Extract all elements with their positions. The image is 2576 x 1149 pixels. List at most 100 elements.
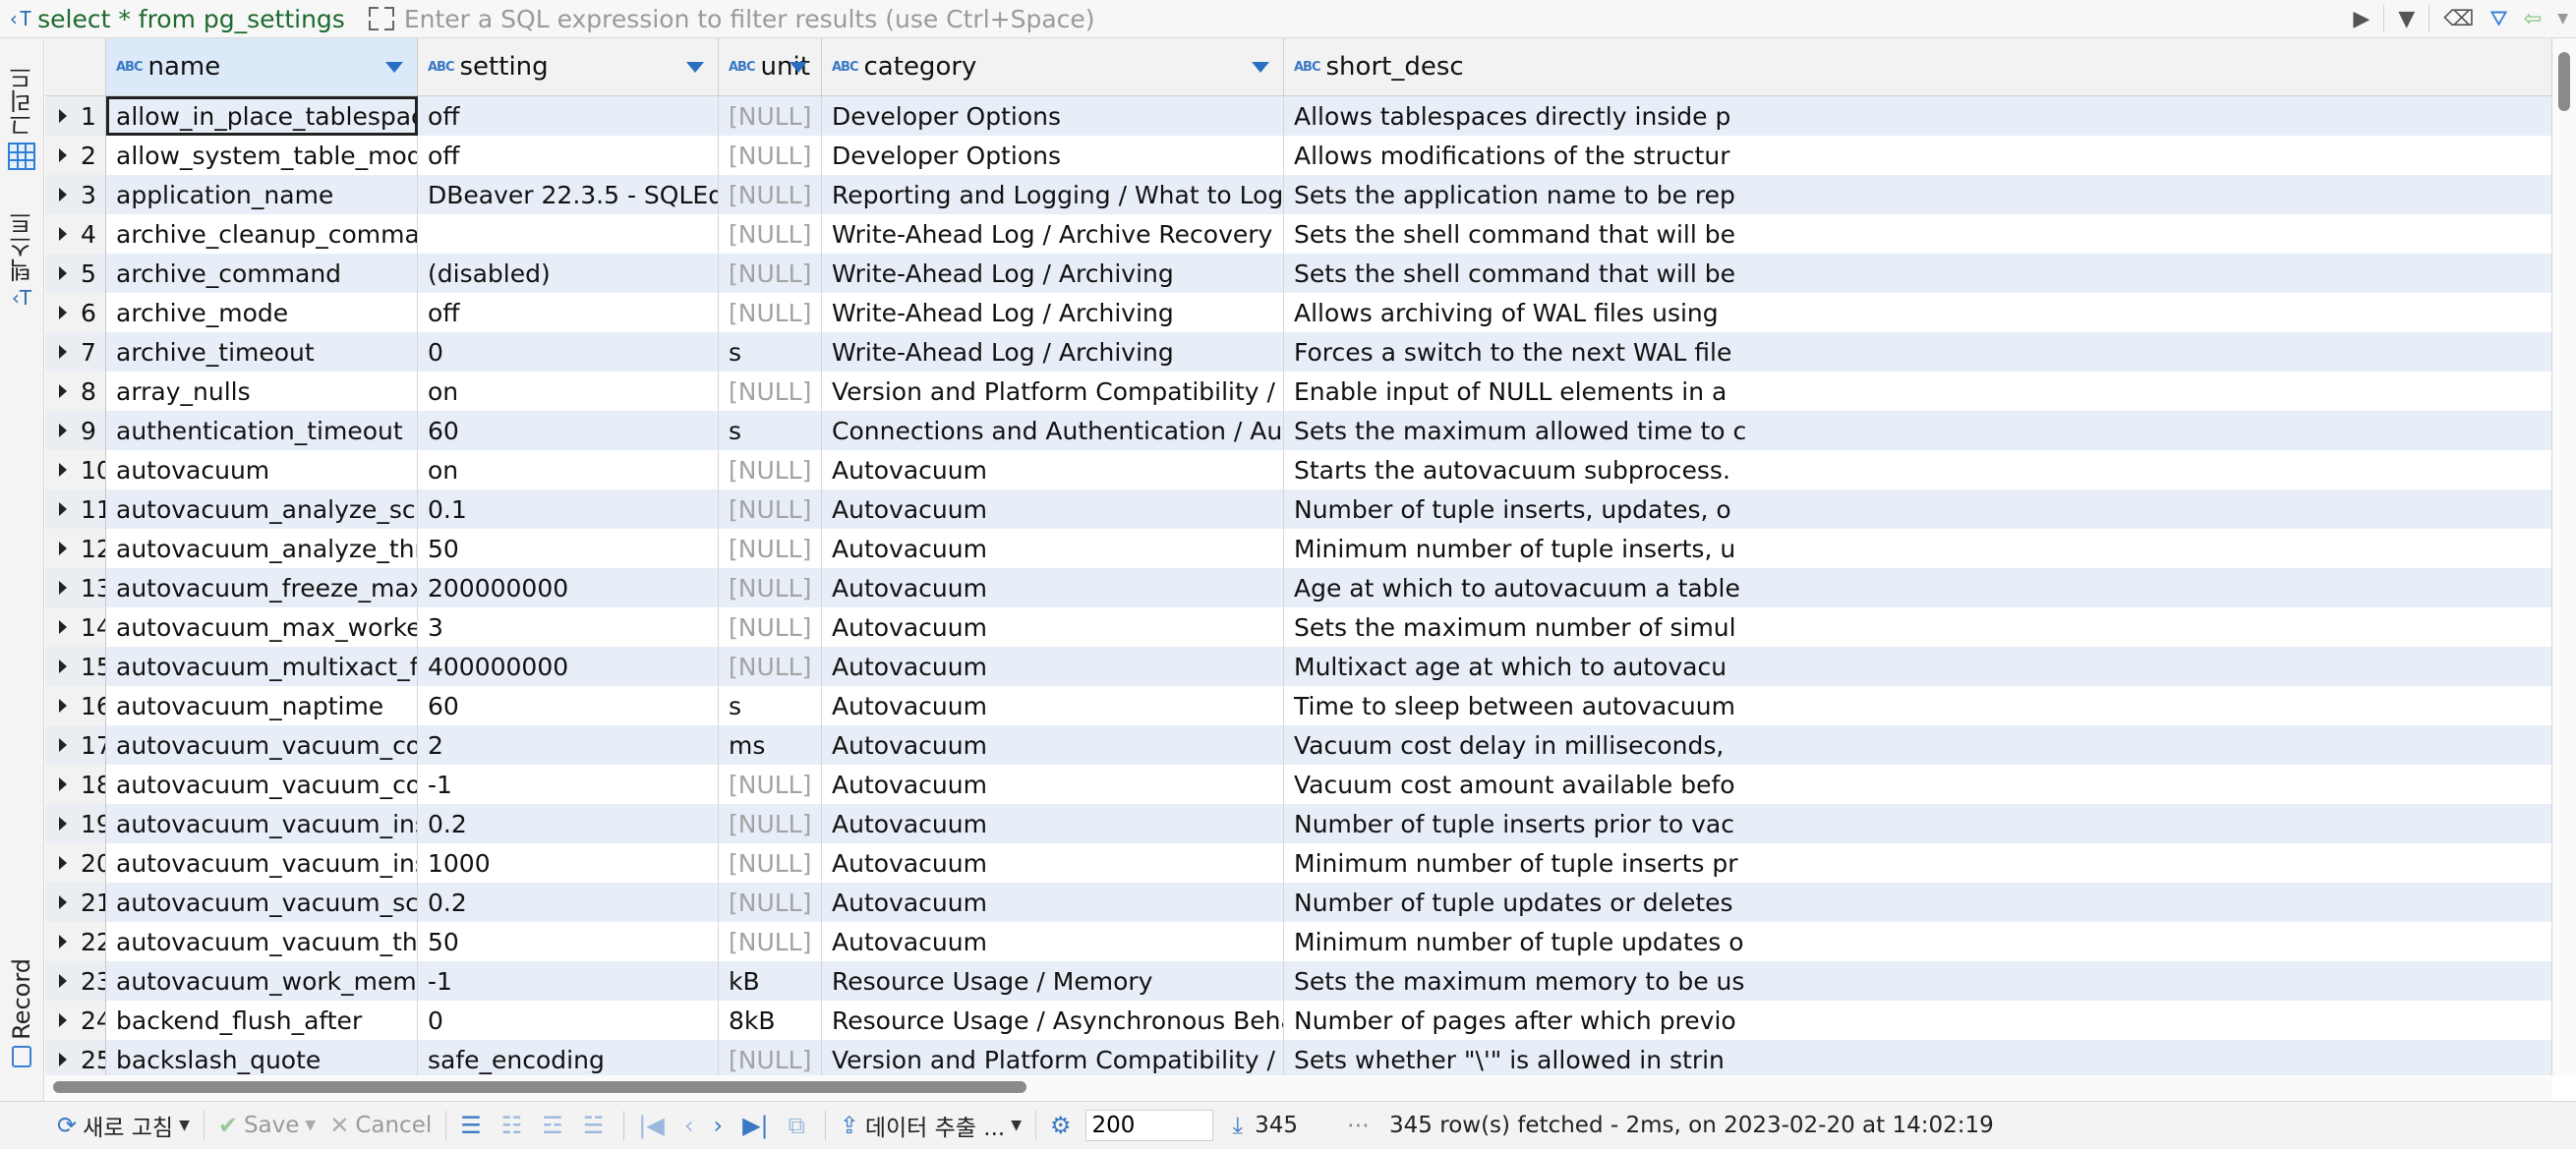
cell-setting[interactable]: 400000000	[418, 647, 719, 686]
cell-setting[interactable]: 1000	[418, 843, 719, 883]
cell-category[interactable]: Autovacuum	[822, 568, 1284, 607]
row-number-cell[interactable]: 23	[45, 961, 106, 1001]
cell-category[interactable]: Autovacuum	[822, 607, 1284, 647]
table-row[interactable]: 17autovacuum_vacuum_cost_delay2msAutovac…	[45, 725, 2552, 765]
cell-short-desc[interactable]: Age at which to autovacuum a table	[1284, 568, 2552, 607]
row-number-cell[interactable]: 8	[45, 372, 106, 411]
cell-unit[interactable]: [NULL]	[719, 96, 822, 136]
cell-short-desc[interactable]: Minimum number of tuple inserts, u	[1284, 529, 2552, 568]
cell-name[interactable]: application_name	[106, 175, 418, 214]
cell-short-desc[interactable]: Allows archiving of WAL files using	[1284, 293, 2552, 332]
row-number-cell[interactable]: 15	[45, 647, 106, 686]
filter-history-icon[interactable]: ▼	[2398, 7, 2415, 31]
expand-row-icon[interactable]	[59, 895, 67, 909]
cell-name[interactable]: archive_cleanup_command	[106, 214, 418, 254]
table-row[interactable]: 9 authentication_timeout 60 s Connections an…	[45, 411, 2552, 450]
cell-unit[interactable]: [NULL]	[719, 450, 822, 489]
cell-unit[interactable]: [NULL]	[719, 489, 822, 529]
cell-category[interactable]: Autovacuum	[822, 686, 1284, 725]
cell-setting[interactable]: (disabled)	[418, 254, 719, 293]
cell-short-desc[interactable]: Vacuum cost delay in milliseconds,	[1284, 725, 2552, 765]
cell-short-desc[interactable]: Number of tuple updates or deletes	[1284, 883, 2552, 922]
cell-name[interactable]: backend_flush_after	[106, 1001, 418, 1040]
column-filter-icon[interactable]	[385, 62, 403, 73]
cell-name[interactable]: autovacuum_vacuum_cost_delay	[106, 725, 418, 765]
cell-setting[interactable]: 3	[418, 607, 719, 647]
column-filter-icon[interactable]	[790, 62, 807, 73]
filter-input[interactable]	[403, 2, 2223, 35]
cell-category[interactable]: Autovacuum	[822, 450, 1284, 489]
horizontal-scroll-thumb[interactable]	[53, 1081, 1026, 1093]
cell-unit[interactable]: s	[719, 332, 822, 372]
row-number-cell[interactable]: 16	[45, 686, 106, 725]
cell-unit[interactable]: s	[719, 686, 822, 725]
copy-row-icon[interactable]: ☲	[542, 1112, 563, 1139]
vertical-scrollbar[interactable]	[2552, 38, 2576, 1075]
cell-short-desc[interactable]: Enable input of NULL elements in a	[1284, 372, 2552, 411]
cell-name[interactable]: autovacuum_vacuum_threshold	[106, 922, 418, 961]
settings-gear-icon[interactable]: ⚙	[1050, 1112, 1072, 1139]
cell-setting[interactable]: 0.2	[418, 883, 719, 922]
table-row[interactable]: 18autovacuum_vacuum_cost_limit-1[NULL]Au…	[45, 765, 2552, 804]
expand-row-icon[interactable]	[59, 856, 67, 870]
expand-row-icon[interactable]	[59, 188, 67, 201]
cell-unit[interactable]: [NULL]	[719, 922, 822, 961]
cell-name[interactable]: archive_mode	[106, 293, 418, 332]
row-number-cell[interactable]: 1	[45, 96, 106, 136]
expand-row-icon[interactable]	[59, 345, 67, 359]
table-row[interactable]: 12autovacuum_analyze_threshold50[NULL]Au…	[45, 529, 2552, 568]
cell-category[interactable]: Autovacuum	[822, 843, 1284, 883]
cell-category[interactable]: Write-Ahead Log / Archiving	[822, 293, 1284, 332]
row-number-cell[interactable]: 20	[45, 843, 106, 883]
cell-name[interactable]: archive_command	[106, 254, 418, 293]
table-row[interactable]: 7 archive_timeout 0 s Write-Ahead Log / Arch…	[45, 332, 2552, 372]
column-filter-icon[interactable]	[686, 62, 704, 73]
row-number-cell[interactable]: 10	[45, 450, 106, 489]
expand-row-icon[interactable]	[59, 581, 67, 595]
cell-unit[interactable]: [NULL]	[719, 647, 822, 686]
cell-setting[interactable]: 60	[418, 686, 719, 725]
row-number-cell[interactable]: 14	[45, 607, 106, 647]
cell-short-desc[interactable]: Forces a switch to the next WAL file	[1284, 332, 2552, 372]
table-row[interactable]: 6 archive_mode off [NULL] Write-Ahead Log / …	[45, 293, 2552, 332]
cell-setting[interactable]: 0	[418, 332, 719, 372]
cell-setting[interactable]	[418, 214, 719, 254]
table-row[interactable]: 8 array_nulls on [NULL] Version and Platform…	[45, 372, 2552, 411]
cell-unit[interactable]: [NULL]	[719, 1040, 822, 1075]
cell-unit[interactable]: [NULL]	[719, 607, 822, 647]
clear-filter-icon[interactable]: ⌫	[2443, 7, 2474, 31]
row-number-cell[interactable]: 9	[45, 411, 106, 450]
expand-row-icon[interactable]	[59, 148, 67, 162]
table-row[interactable]: 22autovacuum_vacuum_threshold50[NULL]Aut…	[45, 922, 2552, 961]
cell-category[interactable]: Write-Ahead Log / Archiving	[822, 332, 1284, 372]
cell-category[interactable]: Version and Platform Compatibility / Pre…	[822, 372, 1284, 411]
table-row[interactable]: 20autovacuum_vacuum_insert_threshold1000…	[45, 843, 2552, 883]
table-row[interactable]: 1 allow_in_place_tablespacesoff[NULL]Deve…	[45, 96, 2552, 136]
apply-filter-icon[interactable]: ▶	[2353, 7, 2370, 31]
tab-text[interactable]: 텍스트 ‹T	[0, 211, 43, 310]
cell-short-desc[interactable]: Time to sleep between autovacuum	[1284, 686, 2552, 725]
expand-row-icon[interactable]	[59, 384, 67, 398]
cell-setting[interactable]: off	[418, 136, 719, 175]
cell-unit[interactable]: s	[719, 411, 822, 450]
expand-row-icon[interactable]	[59, 463, 67, 477]
row-number-cell[interactable]: 22	[45, 922, 106, 961]
cell-short-desc[interactable]: Multixact age at which to autovacu	[1284, 647, 2552, 686]
cell-category[interactable]: Autovacuum	[822, 725, 1284, 765]
table-row[interactable]: 16autovacuum_naptime60sAutovacuumTime to…	[45, 686, 2552, 725]
cell-category[interactable]: Autovacuum	[822, 529, 1284, 568]
expand-row-icon[interactable]	[59, 1053, 67, 1066]
cell-unit[interactable]: [NULL]	[719, 254, 822, 293]
cell-short-desc[interactable]: Allows tablespaces directly inside p	[1284, 96, 2552, 136]
expand-row-icon[interactable]	[59, 227, 67, 241]
cell-unit[interactable]: [NULL]	[719, 214, 822, 254]
row-number-cell[interactable]: 17	[45, 725, 106, 765]
row-number-cell[interactable]: 3	[45, 175, 106, 214]
back-icon[interactable]: ⇦	[2524, 7, 2542, 31]
cell-name[interactable]: autovacuum_vacuum_scale_factor	[106, 883, 418, 922]
column-header-unit[interactable]: ABC unit	[719, 38, 822, 95]
expand-row-icon[interactable]	[59, 935, 67, 948]
cell-short-desc[interactable]: Sets the application name to be rep	[1284, 175, 2552, 214]
cell-name[interactable]: autovacuum_vacuum_cost_limit	[106, 765, 418, 804]
last-page-icon[interactable]: ▶|	[742, 1112, 769, 1139]
